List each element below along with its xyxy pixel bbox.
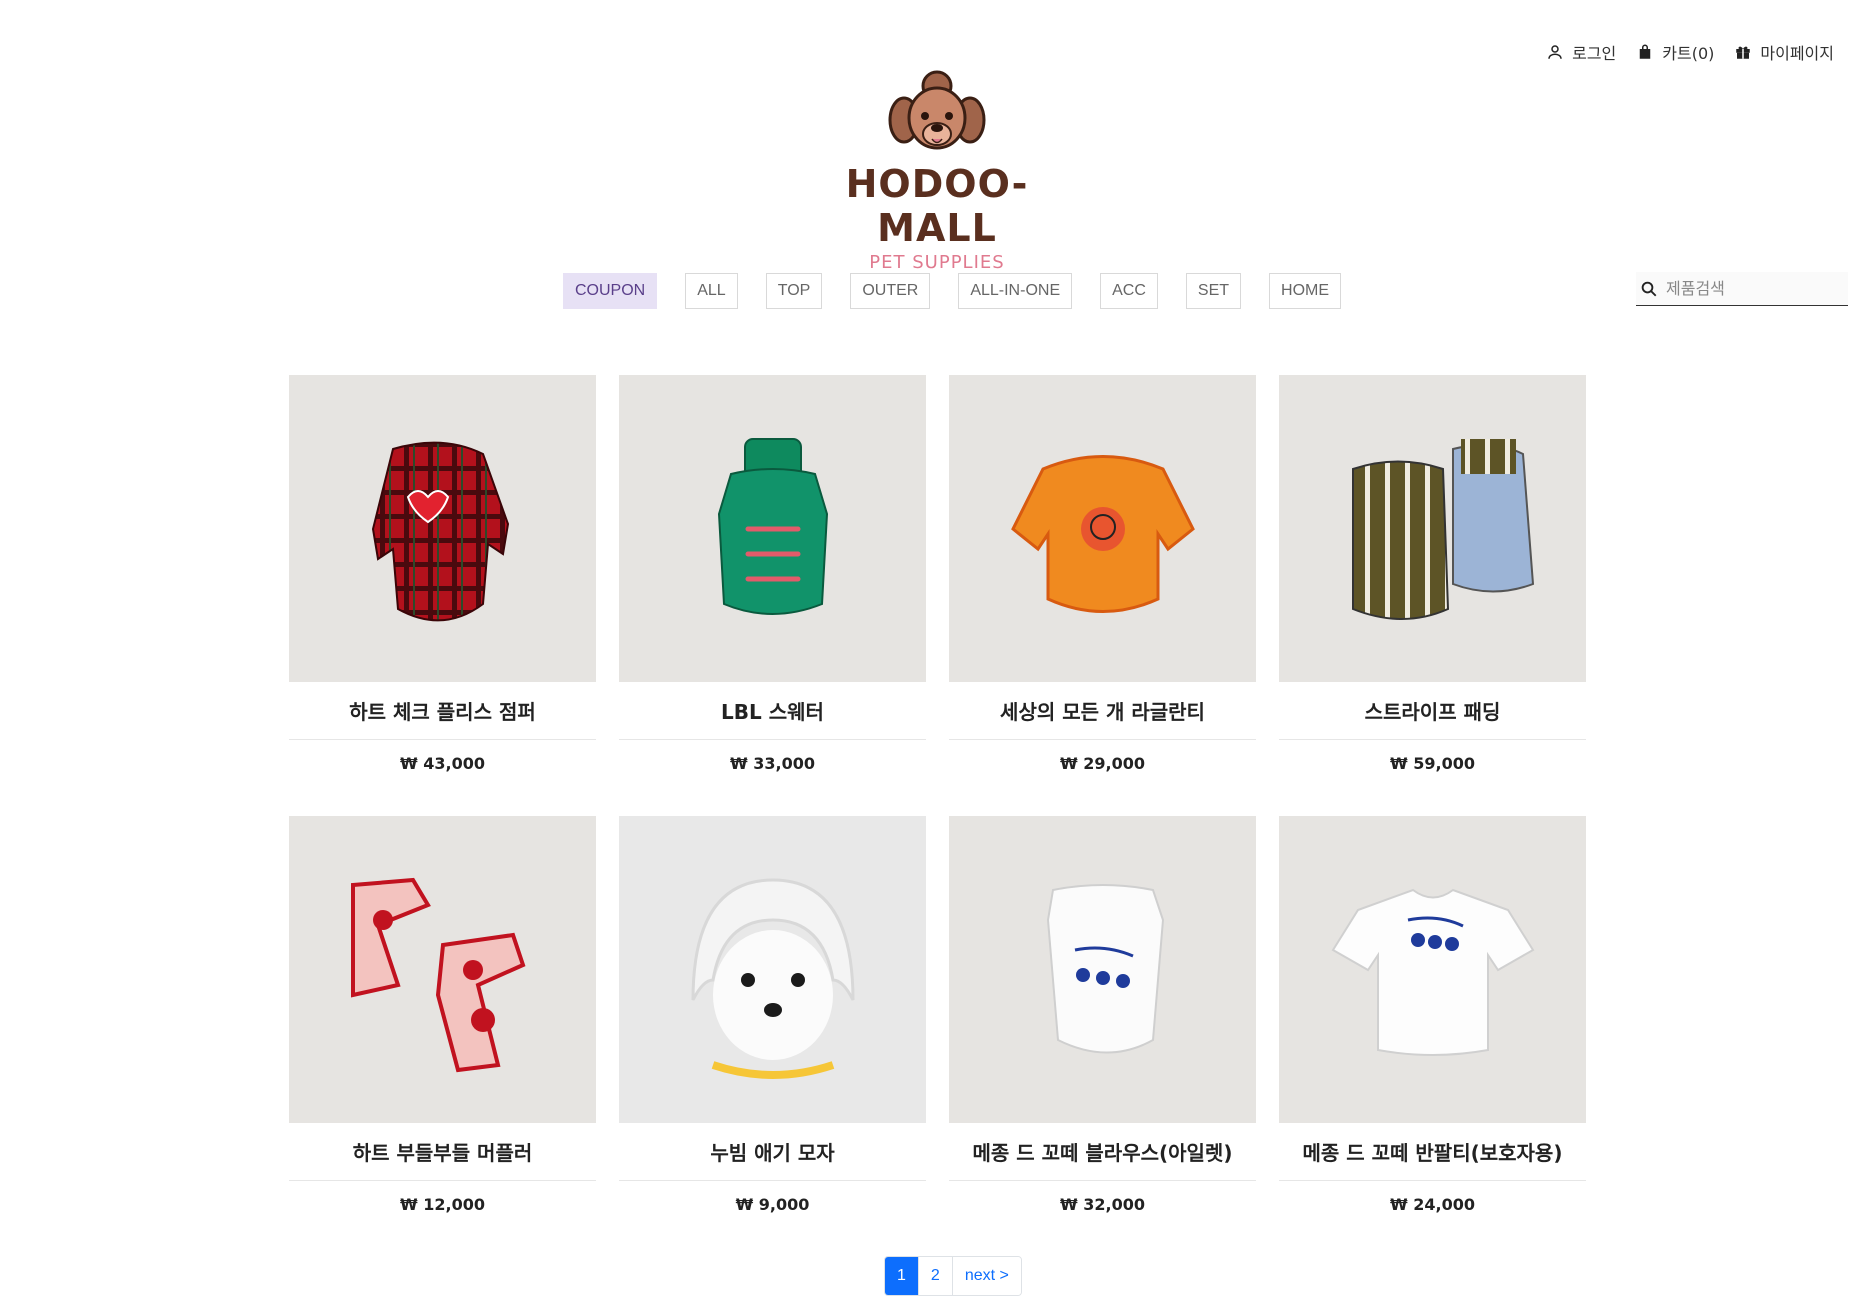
white-tshirt-image: [1331, 888, 1534, 1056]
nav-item-all[interactable]: ALL: [685, 273, 738, 309]
product-image[interactable]: [289, 375, 596, 682]
product-name[interactable]: LBL 스웨터: [619, 682, 926, 740]
product-name[interactable]: 메종 드 꼬떼 블라우스(아일렛): [949, 1123, 1256, 1181]
product-price: ₩ 12,000: [400, 1195, 485, 1214]
product-name[interactable]: 스트라이프 패딩: [1279, 682, 1586, 740]
nav-item-acc[interactable]: ACC: [1100, 273, 1158, 309]
product-card[interactable]: 하트 체크 플리스 점퍼 ₩ 43,000: [289, 375, 596, 816]
next-page-button[interactable]: next >: [952, 1257, 1021, 1295]
product-card[interactable]: LBL 스웨터 ₩ 33,000: [619, 375, 926, 816]
nav-item-all-in-one[interactable]: ALL-IN-ONE: [958, 273, 1073, 309]
product-name[interactable]: 하트 부들부들 머플러: [289, 1123, 596, 1181]
product-name[interactable]: 하트 체크 플리스 점퍼: [289, 682, 596, 740]
product-price: ₩ 43,000: [400, 754, 485, 773]
cart-link[interactable]: 카트(0): [1636, 40, 1714, 64]
nav-item-top[interactable]: TOP: [765, 273, 823, 309]
product-price: ₩ 59,000: [1390, 754, 1475, 773]
product-grid: 하트 체크 플리스 점퍼 ₩ 43,000 LBL 스웨터 ₩ 33,000 세…: [289, 375, 1588, 1257]
mypage-label: 마이페이지: [1760, 44, 1834, 63]
heart-muffler-image: [350, 877, 525, 1072]
product-price: ₩ 24,000: [1390, 1195, 1475, 1214]
product-name[interactable]: 누빔 애기 모자: [619, 1123, 926, 1181]
green-sweater-image: [717, 437, 828, 615]
product-price: ₩ 29,000: [1060, 754, 1145, 773]
page-2-button[interactable]: 2: [918, 1257, 953, 1295]
product-card[interactable]: 세상의 모든 개 라글란티 ₩ 29,000: [949, 375, 1256, 816]
user-icon: [1548, 45, 1562, 59]
product-price: ₩ 33,000: [730, 754, 815, 773]
page-1-button[interactable]: 1: [885, 1257, 919, 1295]
gift-icon: [1736, 46, 1751, 59]
white-blouse-image: [1046, 883, 1164, 1053]
nav-item-home[interactable]: HOME: [1269, 273, 1342, 309]
product-image[interactable]: [619, 816, 926, 1123]
utility-bar: 로그인 카트(0) 마이페이지: [1546, 40, 1834, 64]
search-icon[interactable]: [1640, 280, 1658, 298]
pagination: 1 2 next >: [884, 1256, 1022, 1296]
product-card[interactable]: 누빔 애기 모자 ₩ 9,000: [619, 816, 926, 1257]
cart-label: 카트(0): [1662, 44, 1715, 63]
orange-raglan-tee-image: [1010, 454, 1195, 613]
product-price: ₩ 9,000: [735, 1195, 810, 1214]
search-input[interactable]: [1666, 279, 1826, 298]
product-name[interactable]: 메종 드 꼬떼 반팔티(보호자용): [1279, 1123, 1586, 1181]
product-name[interactable]: 세상의 모든 개 라글란티: [949, 682, 1256, 740]
nav-item-outer[interactable]: OUTER: [850, 273, 931, 309]
product-image[interactable]: [949, 375, 1256, 682]
striped-padding-image: [1351, 438, 1534, 620]
login-label: 로그인: [1572, 44, 1617, 63]
product-card[interactable]: 메종 드 꼬떼 블라우스(아일렛) ₩ 32,000: [949, 816, 1256, 1257]
product-image[interactable]: [619, 375, 926, 682]
site-logo[interactable]: HODOO-MALL PET SUPPLIES: [807, 68, 1067, 273]
product-card[interactable]: 메종 드 꼬떼 반팔티(보호자용) ₩ 24,000: [1279, 816, 1586, 1257]
product-card[interactable]: 하트 부들부들 머플러 ₩ 12,000: [289, 816, 596, 1257]
product-image[interactable]: [1279, 816, 1586, 1123]
poodle-logo-icon: [888, 70, 986, 150]
product-card[interactable]: 스트라이프 패딩 ₩ 59,000: [1279, 375, 1586, 816]
product-image[interactable]: [1279, 375, 1586, 682]
quilted-hat-dog-image: [691, 877, 854, 1079]
product-price: ₩ 32,000: [1060, 1195, 1145, 1214]
mypage-link[interactable]: 마이페이지: [1734, 40, 1834, 64]
product-image[interactable]: [289, 816, 596, 1123]
logo-subtitle: PET SUPPLIES: [869, 252, 1005, 273]
logo-title: HODOO-MALL: [845, 162, 1029, 250]
nav-item-set[interactable]: SET: [1185, 273, 1242, 309]
nav-item-coupon[interactable]: COUPON: [563, 273, 658, 309]
shopping-bag-icon: [1640, 44, 1651, 59]
login-link[interactable]: 로그인: [1546, 40, 1616, 64]
red-plaid-jumper-image: [371, 441, 509, 621]
category-nav: COUPON ALL TOP OUTER ALL-IN-ONE ACC SET …: [563, 273, 1342, 309]
search-box: [1636, 272, 1848, 306]
product-image[interactable]: [949, 816, 1256, 1123]
